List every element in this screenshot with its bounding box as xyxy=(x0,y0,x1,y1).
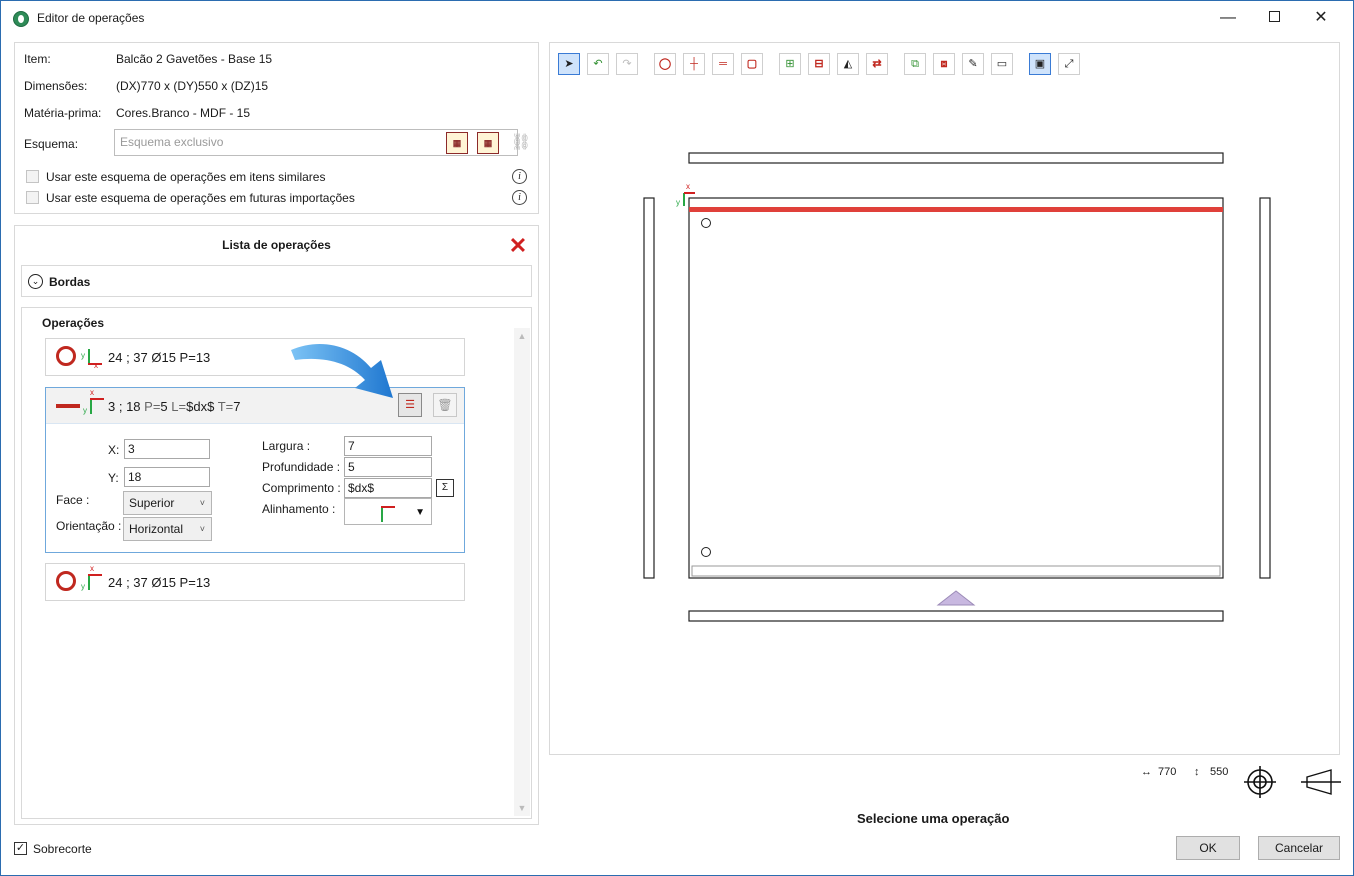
item-value: Balcão 2 Gavetões - Base 15 xyxy=(116,52,273,66)
similar-items-label: Usar este esquema de operações em itens … xyxy=(46,170,326,184)
face-label: Face : xyxy=(56,493,90,507)
depth-label: Profundidade : xyxy=(262,460,341,474)
edge-band-top xyxy=(688,152,1224,164)
overcut-label: Sobrecorte xyxy=(33,842,92,856)
width-label: Largura : xyxy=(262,439,311,453)
operation-summary: 24 ; 37 Ø15 P=13 xyxy=(108,575,211,590)
axis-origin-icon: y x xyxy=(80,343,102,370)
operations-label: Operações xyxy=(42,316,105,330)
length-label: Comprimento : xyxy=(262,481,341,495)
title-bar: Editor de operações — ✕ xyxy=(1,1,1353,35)
edge-band-left xyxy=(643,197,655,579)
crosshair-icon[interactable] xyxy=(1242,764,1278,800)
x-input[interactable]: 3 xyxy=(124,439,210,459)
axis-origin-icon: x y xyxy=(80,564,102,594)
window-title: Editor de operações xyxy=(37,11,145,25)
orientation-label: Orientação : xyxy=(56,519,122,533)
groove-icon xyxy=(56,404,80,408)
scrollbar[interactable]: ▲ ▼ xyxy=(514,328,530,816)
status-message: Selecione uma operação xyxy=(857,811,1010,826)
dimensions-value: (DX)770 x (DY)550 x (DZ)15 xyxy=(116,79,269,93)
depth-input[interactable]: 5 xyxy=(344,457,432,477)
app-icon xyxy=(13,11,29,27)
maximize-button[interactable] xyxy=(1254,5,1294,31)
close-icon[interactable]: ✕ xyxy=(507,235,529,257)
orientation-marker xyxy=(936,590,976,606)
chevron-down-icon[interactable]: ⌄ xyxy=(28,274,43,289)
y-input[interactable]: 18 xyxy=(124,467,210,487)
item-info-panel: Item: Balcão 2 Gavetões - Base 15 Dimens… xyxy=(14,42,539,214)
operation-summary: 3 ; 18 P=5 L=$dx$ T=7 xyxy=(108,399,241,414)
maximize-icon xyxy=(1268,11,1280,22)
operations-title: Lista de operações xyxy=(222,238,331,252)
scroll-down-icon[interactable]: ▼ xyxy=(514,800,530,816)
operation-item-expanded[interactable]: x y 3 ; 18 P=5 L=$dx$ T=7 ☰ 🗑 X: 3 Y: 18 xyxy=(45,387,465,553)
groove-operation xyxy=(689,207,1223,212)
y-label: Y: xyxy=(108,471,119,485)
x-label: X: xyxy=(108,443,120,457)
bordas-section[interactable]: ⌄ Bordas xyxy=(21,265,532,297)
minimize-button[interactable]: — xyxy=(1208,5,1248,31)
height-arrow-icon: ↕ xyxy=(1194,766,1200,778)
edge-band-bottom xyxy=(688,610,1224,622)
trash-icon[interactable]: 🗑 xyxy=(433,393,457,417)
editor-window: Editor de operações — ✕ Item: Balcão 2 G… xyxy=(0,0,1354,876)
face-select[interactable]: Superior ˅ xyxy=(123,491,212,515)
operation-header[interactable]: x y 24 ; 37 Ø15 P=13 xyxy=(46,564,464,600)
annotation-arrow xyxy=(291,344,393,398)
info-icon[interactable]: i xyxy=(512,190,527,205)
axis-origin-icon xyxy=(373,500,395,526)
length-input[interactable]: $dx$ xyxy=(344,478,432,498)
item-label: Item: xyxy=(24,52,51,66)
scroll-up-icon[interactable]: ▲ xyxy=(514,328,530,344)
similar-items-checkbox[interactable] xyxy=(26,170,39,183)
dx-value: 770 xyxy=(1158,766,1177,778)
formula-button[interactable]: Σ xyxy=(436,479,454,497)
unlink-icon[interactable]: ⛓ xyxy=(509,132,533,154)
bordas-label: Bordas xyxy=(49,275,91,289)
operations-list-container: Operações y x 24 ; 37 Ø15 P=13 x y 3 ; 1… xyxy=(21,307,532,819)
hole-icon xyxy=(56,346,76,366)
inner-strip xyxy=(691,565,1221,577)
scheme-load-button[interactable]: ▦ xyxy=(446,132,468,154)
panel-outline xyxy=(688,197,1224,579)
orientation-select[interactable]: Horizontal ˅ xyxy=(123,517,212,541)
operations-panel: Lista de operações ✕ ⌄ Bordas Operações … xyxy=(14,225,539,825)
axis-origin-icon: x y xyxy=(82,388,104,418)
scheme-label: Esquema: xyxy=(24,137,79,151)
width-arrow-icon: ↔ xyxy=(1141,766,1152,778)
future-imports-checkbox[interactable] xyxy=(26,191,39,204)
axis-y-label: y xyxy=(676,198,680,207)
material-value: Cores.Branco - MDF - 15 xyxy=(116,106,251,120)
scheme-save-button[interactable]: ▦ xyxy=(477,132,499,154)
width-input[interactable]: 7 xyxy=(344,436,432,456)
alignment-select[interactable]: ▼ xyxy=(344,498,432,525)
operation-summary: 24 ; 37 Ø15 P=13 xyxy=(108,350,211,365)
dimensions-label: Dimensões: xyxy=(24,79,88,93)
dy-value: 550 xyxy=(1210,766,1229,778)
part-drawing: x y xyxy=(643,152,1271,622)
operation-item[interactable]: x y 24 ; 37 Ø15 P=13 xyxy=(45,563,465,601)
alignment-label: Alinhamento : xyxy=(262,502,336,516)
side-view-icon[interactable] xyxy=(1301,767,1341,797)
edge-band-right xyxy=(1259,197,1271,579)
axis-x-label: x xyxy=(686,182,690,191)
info-icon[interactable]: i xyxy=(512,169,527,184)
hole-operation xyxy=(701,547,711,557)
close-window-button[interactable]: ✕ xyxy=(1301,5,1341,31)
hole-icon xyxy=(56,571,76,591)
future-imports-label: Usar este esquema de operações em futura… xyxy=(46,191,355,205)
cancel-button[interactable]: Cancelar xyxy=(1258,836,1340,860)
material-label: Matéria-prima: xyxy=(24,106,102,120)
hole-operation xyxy=(701,218,711,228)
drawing-canvas[interactable]: ➤ ↶ ↷ ◯ ┼ ═ ▢ ⊞ ⊟ ◭ ⇄ ⧉ ⧈ ✎ ▭ ▣ ⤢ x y xyxy=(549,42,1340,755)
ok-button[interactable]: OK xyxy=(1176,836,1240,860)
overcut-checkbox[interactable]: ✓ xyxy=(14,842,27,855)
